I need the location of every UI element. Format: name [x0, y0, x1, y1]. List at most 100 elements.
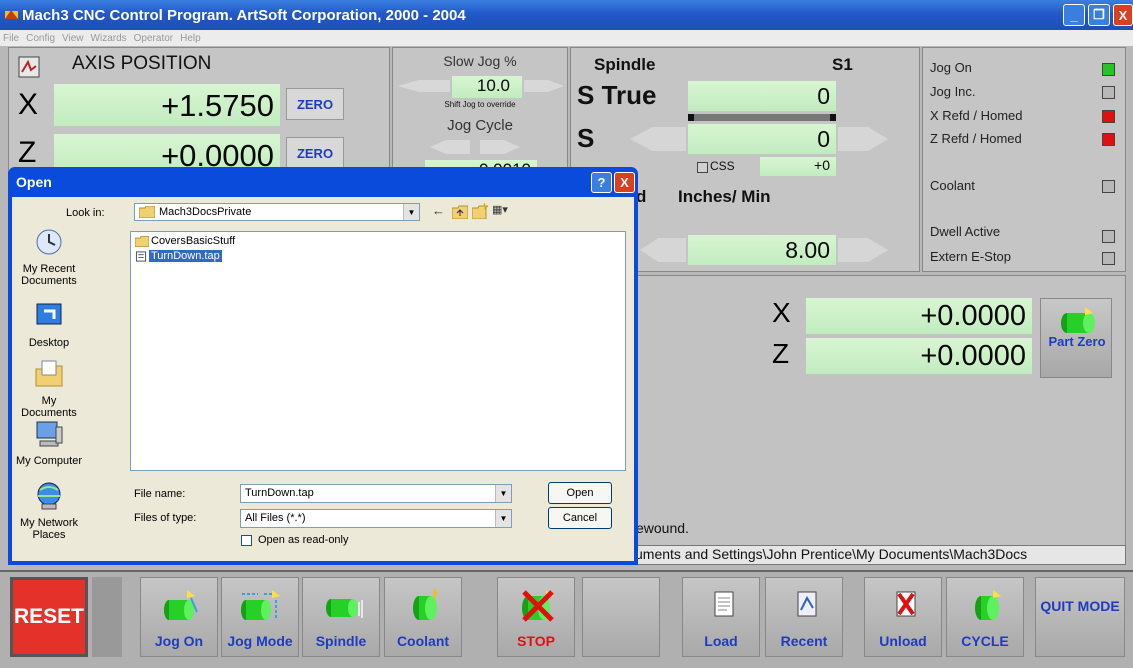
readonly-label: Open as read-only: [258, 534, 349, 546]
file-name-label: File name:: [134, 488, 186, 500]
open-button[interactable]: Open: [548, 482, 612, 504]
quit-mode-button[interactable]: QUIT MODE: [1035, 577, 1125, 657]
stop-icon: [522, 590, 554, 622]
jog-mode-button[interactable]: Jog Mode: [221, 577, 299, 657]
axis-logo-icon: [18, 56, 40, 78]
empty-button: [582, 577, 660, 657]
zero-z-button[interactable]: ZERO: [286, 137, 344, 169]
status-message: ewound.: [636, 520, 689, 536]
coolant-button[interactable]: Coolant: [384, 577, 462, 657]
dialog-body: Look in: Mach3DocsPrivate ▼ ← ▦▾ My Rece…: [12, 197, 634, 561]
spindle-load-bar: [688, 114, 836, 121]
x-axis-label: X: [18, 88, 39, 121]
css-checkbox[interactable]: [697, 162, 708, 173]
part-z-dro[interactable]: +0.0000: [806, 338, 1032, 374]
cycle-icon: [975, 590, 1001, 620]
spindle-s1-label: S1: [832, 55, 853, 74]
spindle-button[interactable]: Spindle: [302, 577, 380, 657]
jog-on-button[interactable]: Jog On: [140, 577, 218, 657]
led-label-jog-inc: Jog Inc.: [930, 84, 976, 99]
place-network[interactable]: My Network Places: [14, 481, 84, 541]
place-my-computer[interactable]: My Computer: [14, 419, 84, 467]
look-in-dropdown-icon[interactable]: ▼: [403, 204, 419, 220]
quit-mode-label: QUIT MODE: [1040, 598, 1120, 614]
file-type-select[interactable]: All Files (*.*) ▼: [240, 509, 512, 528]
spindle-label: Spindle: [315, 633, 367, 649]
css-dro[interactable]: +0: [760, 157, 836, 176]
part-zero-label: Part Zero: [1048, 334, 1106, 349]
open-dialog: Open ? X Look in: Mach3DocsPrivate ▼ ← ▦…: [8, 167, 638, 565]
menu-operator[interactable]: Operator: [134, 33, 173, 44]
cancel-button[interactable]: Cancel: [548, 507, 612, 529]
menu-config[interactable]: Config: [26, 33, 55, 44]
my-computer-icon: [36, 421, 63, 447]
back-icon[interactable]: ←: [432, 203, 445, 218]
led-label-x-refd: X Refd / Homed: [930, 108, 1023, 123]
part-zero-button[interactable]: Part Zero: [1040, 298, 1112, 378]
jog-mode-label: Jog Mode: [227, 633, 293, 649]
close-button[interactable]: X: [1113, 4, 1133, 26]
place-my-documents[interactable]: My Documents: [14, 359, 84, 419]
place-network-label: My Network Places: [19, 517, 79, 541]
dialog-title: Open: [16, 174, 52, 190]
look-in-combo[interactable]: Mach3DocsPrivate ▼: [134, 203, 420, 221]
menu-help[interactable]: Help: [180, 33, 201, 44]
file-name-value: TurnDown.tap: [245, 487, 314, 499]
z-axis-label: Z: [18, 136, 37, 169]
menu-view[interactable]: View: [62, 33, 84, 44]
reset-button[interactable]: RESET: [10, 577, 88, 657]
maximize-button[interactable]: ❐: [1088, 4, 1110, 26]
readonly-checkbox[interactable]: [241, 535, 252, 546]
new-folder-icon[interactable]: [472, 203, 488, 219]
feed-rate-dro[interactable]: 8.00: [688, 235, 836, 265]
spindle-icon: [326, 599, 363, 618]
shift-jog-note: Shift Jog to override: [444, 100, 516, 109]
led-z-refd: [1102, 133, 1115, 146]
s-label: S: [577, 123, 595, 153]
file-list-folder[interactable]: CoversBasicStuff: [135, 235, 235, 247]
stop-label: STOP: [517, 633, 555, 649]
file-name-item: TurnDown.tap: [149, 250, 222, 262]
window-title: Mach3 CNC Control Program. ArtSoft Corpo…: [22, 6, 466, 24]
view-menu-icon[interactable]: ▦▾: [492, 203, 508, 216]
dialog-close-button[interactable]: X: [614, 172, 635, 193]
cycle-button[interactable]: CYCLE: [946, 577, 1024, 657]
slow-jog-label: Slow Jog %: [443, 53, 517, 69]
menu-bar: File Config View Wizards Operator Help: [0, 30, 1133, 46]
menu-wizards[interactable]: Wizards: [91, 33, 127, 44]
x-position-dro[interactable]: +1.5750: [54, 84, 280, 126]
css-label: CSS: [710, 159, 735, 173]
recent-label: Recent: [780, 633, 828, 649]
file-name-dropdown-icon[interactable]: ▼: [495, 485, 511, 502]
file-list-selected-file[interactable]: TurnDown.tap: [135, 250, 222, 262]
part-x-label: X: [772, 297, 791, 328]
s-command-dro[interactable]: 0: [688, 124, 836, 154]
slow-jog-dro[interactable]: 10.0: [452, 76, 522, 98]
file-name-input[interactable]: TurnDown.tap ▼: [240, 484, 512, 503]
place-desktop[interactable]: Desktop: [14, 301, 84, 349]
recent-button[interactable]: Recent: [765, 577, 843, 657]
jog-cycle-label: Jog Cycle: [447, 117, 513, 134]
folder-icon: [135, 235, 149, 247]
unload-button[interactable]: Unload: [864, 577, 942, 657]
file-icon: [135, 250, 147, 262]
file-type-label: Files of type:: [134, 512, 197, 524]
s-true-dro[interactable]: 0: [688, 81, 836, 111]
place-recent[interactable]: My Recent Documents: [14, 227, 84, 287]
dialog-help-button[interactable]: ?: [591, 172, 612, 193]
file-list[interactable]: CoversBasicStuff TurnDown.tap: [130, 231, 626, 471]
look-in-value: Mach3DocsPrivate: [159, 206, 252, 218]
up-folder-icon[interactable]: [452, 205, 468, 219]
unload-label: Unload: [879, 633, 927, 649]
menu-file[interactable]: File: [3, 33, 19, 44]
led-label-estop: Extern E-Stop: [930, 249, 1011, 264]
minimize-button[interactable]: _: [1063, 4, 1085, 26]
file-type-dropdown-icon[interactable]: ▼: [495, 510, 511, 527]
zero-x-button[interactable]: ZERO: [286, 88, 344, 120]
led-label-coolant: Coolant: [930, 178, 975, 193]
feed-units-label: Inches/ Min: [678, 187, 771, 206]
load-button[interactable]: Load: [682, 577, 760, 657]
part-x-dro[interactable]: +0.0000: [806, 298, 1032, 334]
reset-spacer: [92, 577, 122, 657]
stop-button[interactable]: STOP: [497, 577, 575, 657]
